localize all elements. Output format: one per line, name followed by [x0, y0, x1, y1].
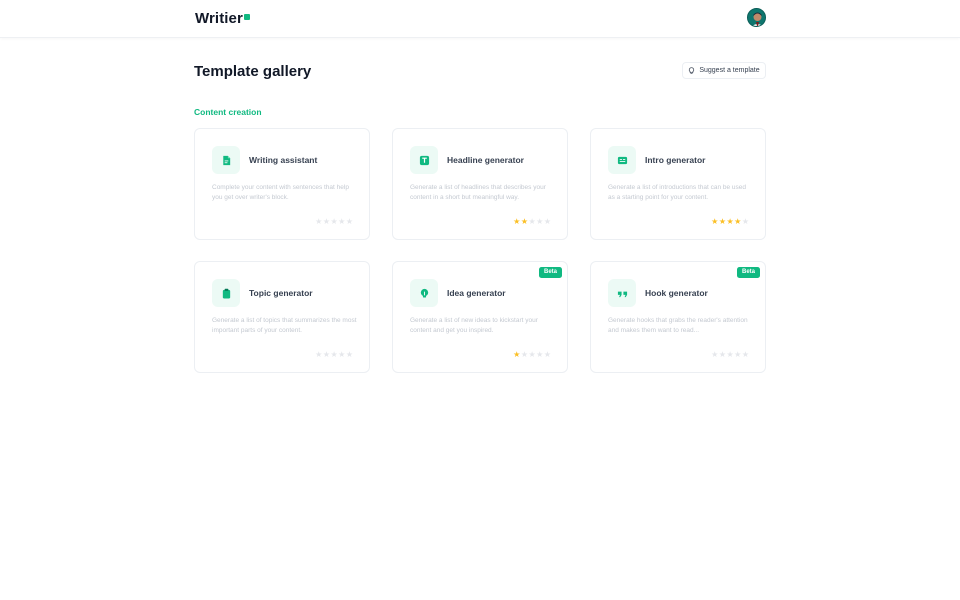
user-avatar[interactable]: [747, 8, 766, 27]
section-title: Content creation: [194, 107, 262, 117]
star-icon[interactable]: ★: [536, 217, 543, 226]
document-icon: [222, 155, 230, 165]
star-icon[interactable]: ★: [544, 350, 551, 359]
star-icon[interactable]: ★: [734, 217, 741, 226]
template-card-topic-generator[interactable]: Topic generator Generate a list of topic…: [194, 261, 370, 373]
rating-stars: ★ ★ ★ ★ ★: [711, 350, 749, 359]
star-icon[interactable]: ★: [338, 350, 345, 359]
card-description: Generate a list of topics that summarize…: [212, 317, 357, 334]
beta-badge: Beta: [736, 267, 760, 278]
star-icon[interactable]: ★: [513, 350, 520, 359]
card-icon-box: [212, 279, 240, 307]
card-title: Idea generator: [447, 288, 506, 298]
rating-stars: ★ ★ ★ ★ ★: [711, 217, 749, 226]
card-icon-box: [608, 279, 636, 307]
card-icon-box: [410, 279, 438, 307]
card-icon-box: [608, 146, 636, 174]
star-icon[interactable]: ★: [330, 217, 337, 226]
template-card-headline-generator[interactable]: Headline generator Generate a list of he…: [392, 128, 568, 240]
beta-badge: Beta: [538, 267, 562, 278]
star-icon[interactable]: ★: [742, 217, 749, 226]
template-card-intro-generator[interactable]: Intro generator Generate a list of intro…: [590, 128, 766, 240]
star-icon[interactable]: ★: [734, 350, 741, 359]
star-icon[interactable]: ★: [726, 350, 733, 359]
card-icon-box: [212, 146, 240, 174]
page-title: Template gallery: [194, 63, 312, 80]
star-icon[interactable]: ★: [330, 350, 337, 359]
star-icon[interactable]: ★: [315, 350, 322, 359]
star-icon[interactable]: ★: [528, 217, 535, 226]
template-card-writing-assistant[interactable]: Writing assistant Complete your content …: [194, 128, 370, 240]
card-description: Generate a list of headlines that descri…: [410, 184, 546, 201]
card-title: Writing assistant: [249, 155, 318, 165]
top-bar: Writier: [0, 0, 960, 38]
user-photo-icon: [748, 9, 765, 26]
star-icon[interactable]: ★: [315, 217, 322, 226]
template-card-idea-generator[interactable]: Beta Idea generator Generate a list of n…: [392, 261, 568, 373]
star-icon[interactable]: ★: [513, 217, 520, 226]
star-icon[interactable]: ★: [346, 217, 353, 226]
rating-stars: ★ ★ ★ ★ ★: [315, 217, 353, 226]
star-icon[interactable]: ★: [719, 217, 726, 226]
rating-stars: ★ ★ ★ ★ ★: [513, 217, 551, 226]
star-icon[interactable]: ★: [544, 217, 551, 226]
star-icon[interactable]: ★: [323, 217, 330, 226]
template-card-hook-generator[interactable]: Beta Hook generator Generate hooks that …: [590, 261, 766, 373]
star-icon[interactable]: ★: [726, 217, 733, 226]
suggest-template-button[interactable]: Suggest a template: [682, 62, 766, 79]
star-icon[interactable]: ★: [711, 350, 718, 359]
star-icon[interactable]: ★: [536, 350, 543, 359]
star-icon[interactable]: ★: [338, 217, 345, 226]
card-description: Generate a list of introductions that ca…: [608, 184, 747, 201]
card-description: Complete your content with sentences tha…: [212, 184, 349, 201]
star-icon[interactable]: ★: [528, 350, 535, 359]
card-icon-box: [410, 146, 438, 174]
card-title: Hook generator: [645, 288, 708, 298]
star-icon[interactable]: ★: [521, 217, 528, 226]
card-title: Topic generator: [249, 288, 313, 298]
card-title: Intro generator: [645, 155, 706, 165]
star-icon[interactable]: ★: [521, 350, 528, 359]
star-icon[interactable]: ★: [742, 350, 749, 359]
lightbulb-icon: [420, 288, 428, 298]
app-name: Writier: [195, 10, 243, 27]
star-icon[interactable]: ★: [711, 217, 718, 226]
card-description: Generate a list of new ideas to kickstar…: [410, 317, 538, 334]
clipboard-icon: [222, 288, 230, 299]
logo-mark-icon: [243, 14, 250, 20]
quote-icon: [617, 291, 627, 297]
card-description: Generate hooks that grabs the reader's a…: [608, 317, 748, 334]
suggest-template-label: Suggest a template: [699, 67, 760, 74]
star-icon[interactable]: ★: [323, 350, 330, 359]
rating-stars: ★ ★ ★ ★ ★: [513, 350, 551, 359]
lightbulb-icon: [689, 66, 695, 74]
card-title: Headline generator: [447, 155, 524, 165]
star-icon[interactable]: ★: [719, 350, 726, 359]
text-heading-icon: [419, 155, 429, 165]
rating-stars: ★ ★ ★ ★ ★: [315, 350, 353, 359]
star-icon[interactable]: ★: [346, 350, 353, 359]
app-logo[interactable]: Writier: [195, 10, 250, 27]
text-box-icon: [617, 156, 627, 164]
